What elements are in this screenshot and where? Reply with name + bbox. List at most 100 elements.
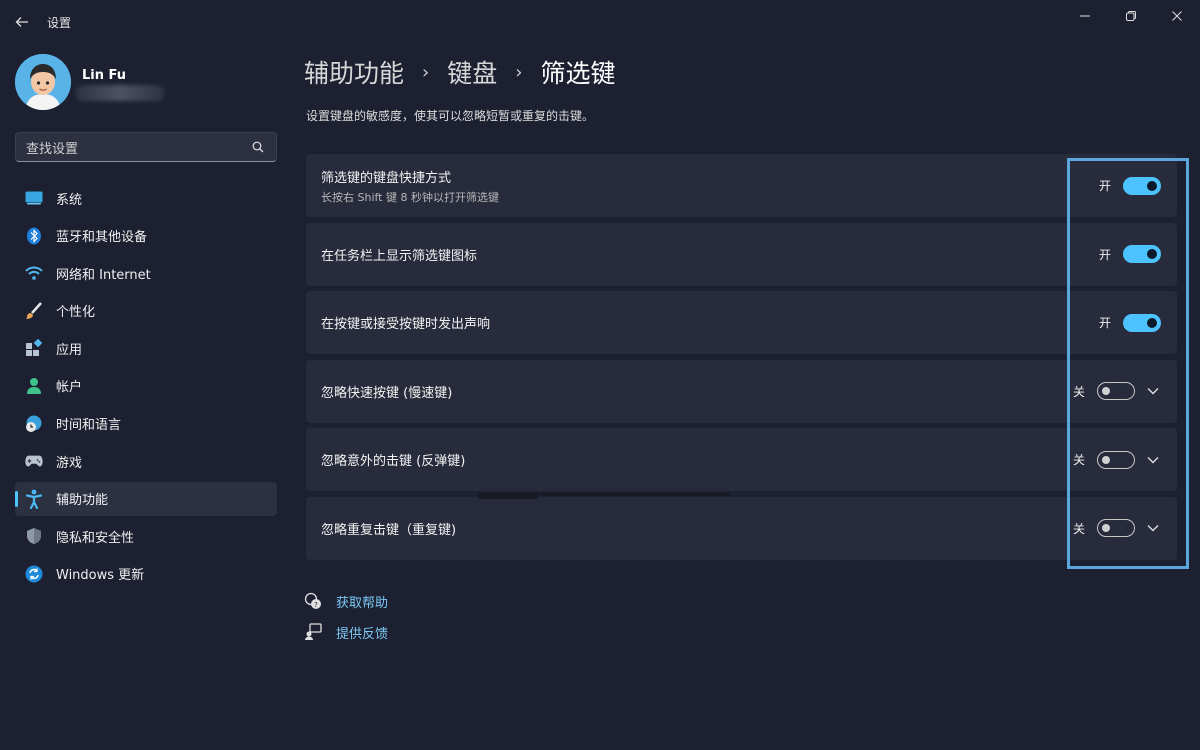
setting-subtitle: 长按右 Shift 键 8 秒钟以打开筛选键 [321,190,499,204]
sidebar-nav: 系统 蓝牙和其他设备 网络和 Internet 个性化 应用 帐户 时间和语言 … [15,181,277,595]
sidebar-item-system[interactable]: 系统 [15,181,277,215]
toggle-state-label: 开 [1098,247,1111,262]
avatar-icon [15,54,71,110]
chevron-down-icon[interactable] [1145,452,1161,468]
toggle-knob [1147,180,1157,191]
sidebar-item-privacy[interactable]: 隐私和安全性 [15,519,277,553]
wifi-icon [25,264,43,282]
setting-slow-keys[interactable]: 忽略快速按键 (慢速键) 关 [306,359,1177,423]
sidebar-item-label: 隐私和安全性 [56,530,135,546]
profile[interactable] [15,54,71,110]
page-title: 筛选键 [540,59,616,88]
accessibility-icon [25,489,43,509]
sidebar-item-label: 时间和语言 [56,418,122,434]
sidebar-item-time-language[interactable]: 时间和语言 [15,407,277,441]
setting-keypress-sound: 在按键或接受按键时发出声响 开 [306,291,1177,355]
maximize-button[interactable] [1108,0,1154,32]
chevron-down-icon[interactable] [1145,383,1161,399]
close-icon [1172,11,1182,21]
toggle-knob [1102,455,1110,464]
feedback-icon [304,623,322,641]
setting-title: 忽略重复击键（重复键) [321,522,457,538]
sidebar-item-label: 蓝牙和其他设备 [56,230,148,246]
window-controls [1062,0,1200,32]
back-button[interactable] [10,10,34,34]
sidebar-item-personalization[interactable]: 个性化 [15,294,277,328]
minimize-button[interactable] [1062,0,1108,32]
page-description: 设置键盘的敏感度，使其可以忽略短暂或重复的击键。 [306,109,595,123]
setting-title: 筛选键的键盘快捷方式 [321,170,452,186]
feedback-label[interactable]: 提供反馈 [336,623,388,642]
profile-email-redacted [76,85,164,101]
bluetooth-icon [25,227,43,245]
sidebar-item-bluetooth[interactable]: 蓝牙和其他设备 [15,219,277,253]
gamepad-icon [25,452,43,470]
search-input[interactable]: 查找设置 [26,138,250,157]
sidebar-item-label: 个性化 [56,305,96,321]
globe-clock-icon [25,415,43,433]
shield-icon [25,527,43,545]
sidebar-item-label: 网络和 Internet [56,267,151,283]
update-icon [25,565,43,583]
sidebar-item-gaming[interactable]: 游戏 [15,444,277,478]
toggle-state-label: 关 [1072,453,1085,468]
setting-filter-keys-shortcut: 筛选键的键盘快捷方式 长按右 Shift 键 8 秒钟以打开筛选键 开 [306,154,1177,217]
toggle-switch[interactable] [1097,450,1135,469]
breadcrumb-accessibility[interactable]: 辅助功能 [304,54,404,90]
search-box[interactable]: 查找设置 [15,132,277,162]
sidebar-item-label: Windows 更新 [56,568,145,584]
account-icon [25,377,43,395]
toggle-switch[interactable] [1123,313,1161,332]
settings-list: 筛选键的键盘快捷方式 长按右 Shift 键 8 秒钟以打开筛选键 开 在任务栏… [306,154,1177,566]
sidebar-item-label: 游戏 [56,455,83,471]
toggle-state-label: 关 [1072,384,1085,399]
toggle-state-label: 关 [1072,521,1085,536]
help-links: ? 获取帮助 提供反馈 [304,590,388,652]
app-title: 设置 [47,16,72,30]
setting-taskbar-icon: 在任务栏上显示筛选键图标 开 [306,222,1177,286]
breadcrumb: 辅助功能 › 键盘 › 筛选键 [304,54,615,90]
brush-icon [25,301,43,320]
toggle-switch[interactable] [1097,382,1135,401]
title-bar: 设置 [0,0,1200,44]
setting-title: 忽略意外的击键 (反弹键) [321,454,466,470]
get-help-label[interactable]: 获取帮助 [336,592,388,611]
toggle-knob [1102,524,1110,533]
setting-repeat-keys[interactable]: 忽略重复击键（重复键) 关 [306,496,1177,560]
setting-title: 在按键或接受按键时发出声响 [321,317,491,333]
toggle-knob [1102,387,1110,396]
toggle-knob [1147,317,1157,328]
avatar[interactable] [15,54,71,110]
search-icon[interactable] [250,139,266,155]
feedback-link[interactable]: 提供反馈 [304,621,388,643]
sidebar-item-label: 辅助功能 [56,493,109,509]
setting-bounce-keys[interactable]: 忽略意外的击键 (反弹键) 关 [306,428,1177,492]
help-chat-icon: ? [304,592,322,610]
chevron-down-icon[interactable] [1145,520,1161,536]
close-button[interactable] [1154,0,1200,32]
sidebar-item-apps[interactable]: 应用 [15,331,277,365]
setting-title: 忽略快速按键 (慢速键) [321,385,453,401]
sidebar-item-accessibility[interactable]: 辅助功能 [15,481,277,516]
sidebar-item-windows-update[interactable]: Windows 更新 [15,557,277,591]
divider [478,493,538,499]
back-arrow-icon [15,17,28,27]
apps-icon [25,339,43,357]
chevron-right-icon: › [515,61,523,83]
sidebar-item-network[interactable]: 网络和 Internet [15,256,277,290]
system-icon [25,189,43,207]
sidebar-item-label: 应用 [56,342,83,358]
sidebar-item-label: 帐户 [56,380,83,396]
toggle-switch[interactable] [1123,176,1161,195]
toggle-switch[interactable] [1097,519,1135,538]
divider [540,493,730,496]
toggle-switch[interactable] [1123,245,1161,264]
svg-text:?: ? [314,601,318,609]
chevron-right-icon: › [422,61,430,83]
profile-name: Lin Fu [82,68,127,83]
sidebar-item-accounts[interactable]: 帐户 [15,369,277,403]
toggle-state-label: 开 [1098,179,1111,193]
get-help-link[interactable]: ? 获取帮助 [304,590,388,612]
breadcrumb-keyboard[interactable]: 键盘 [447,54,497,90]
toggle-state-label: 开 [1098,316,1111,331]
